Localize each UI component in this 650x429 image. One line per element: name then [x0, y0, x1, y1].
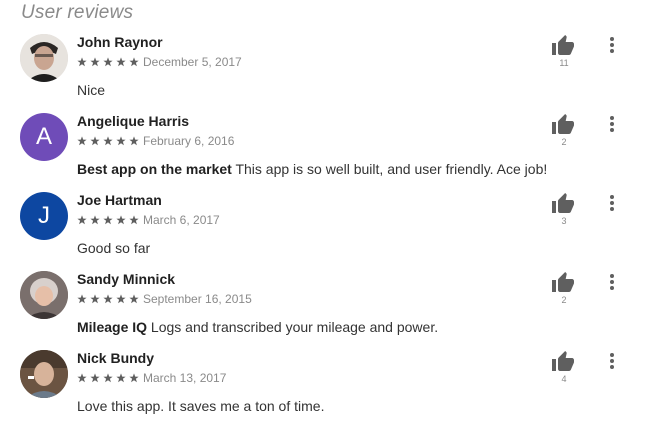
review-meta: March 6, 2017: [77, 213, 220, 227]
review-author: Joe Hartman: [77, 192, 162, 208]
star-rating: [77, 294, 139, 304]
review-author: Sandy Minnick: [77, 271, 176, 287]
more-vert-icon: [610, 274, 614, 290]
more-vert-icon: [610, 353, 614, 369]
helpful-count: 3: [561, 216, 567, 226]
star-icon: [103, 373, 113, 383]
review-meta: March 13, 2017: [77, 371, 226, 385]
more-options-button[interactable]: [603, 350, 621, 372]
review-date: December 5, 2017: [143, 55, 242, 69]
review-meta: September 16, 2015: [77, 292, 252, 306]
star-icon: [129, 136, 139, 146]
helpful-button[interactable]: 2: [551, 113, 577, 151]
thumbs-up-icon: [552, 114, 574, 134]
review-author: Angelique Harris: [77, 113, 190, 129]
helpful-count: 2: [561, 295, 567, 305]
avatar[interactable]: J: [20, 192, 68, 240]
star-icon: [103, 57, 113, 67]
review-body: Mileage IQ Logs and transcribed your mil…: [77, 319, 438, 335]
review-meta: December 5, 2017: [77, 55, 242, 69]
star-icon: [77, 294, 87, 304]
review-date: February 6, 2016: [143, 134, 235, 148]
avatar[interactable]: [20, 350, 68, 398]
thumbs-up-icon: [552, 272, 574, 292]
star-icon: [77, 215, 87, 225]
star-rating: [77, 373, 139, 383]
review-date: March 13, 2017: [143, 371, 227, 385]
star-icon: [77, 373, 87, 383]
review-title: Best app on the market: [77, 161, 232, 177]
star-icon: [103, 215, 113, 225]
thumbs-up-icon: [552, 193, 574, 213]
helpful-button[interactable]: 4: [551, 350, 577, 388]
star-icon: [116, 57, 126, 67]
more-options-button[interactable]: [603, 192, 621, 214]
more-options-button[interactable]: [603, 113, 621, 135]
review-item: John Raynor December 5, 2017 Nice 11: [0, 34, 650, 113]
star-icon: [90, 294, 100, 304]
avatar-letter: A: [35, 123, 52, 150]
star-icon: [103, 136, 113, 146]
review-author: John Raynor: [77, 34, 163, 50]
star-rating: [77, 215, 139, 225]
review-date: September 16, 2015: [143, 292, 252, 306]
review-item: Sandy Minnick September 16, 2015 Mileage…: [0, 271, 650, 350]
star-icon: [103, 294, 113, 304]
star-icon: [129, 215, 139, 225]
avatar[interactable]: A: [20, 113, 68, 161]
review-text: This app is so well built, and user frie…: [235, 161, 548, 177]
review-body: Love this app. It saves me a ton of time…: [77, 398, 324, 414]
star-icon: [77, 136, 87, 146]
star-icon: [129, 294, 139, 304]
helpful-count: 2: [561, 137, 567, 147]
review-body: Best app on the market This app is so we…: [77, 161, 547, 177]
review-body: Good so far: [77, 240, 150, 256]
more-vert-icon: [610, 37, 614, 53]
star-icon: [116, 136, 126, 146]
review-date: March 6, 2017: [143, 213, 220, 227]
star-icon: [116, 215, 126, 225]
more-vert-icon: [610, 195, 614, 211]
review-text: Logs and transcribed your mileage and po…: [150, 319, 439, 335]
helpful-button[interactable]: 3: [551, 192, 577, 230]
review-text: Good so far: [77, 240, 151, 256]
avatar-photo: [20, 350, 68, 398]
more-options-button[interactable]: [603, 271, 621, 293]
star-icon: [116, 294, 126, 304]
star-icon: [77, 57, 87, 67]
more-options-button[interactable]: [603, 34, 621, 56]
review-text: Nice: [77, 82, 106, 98]
avatar-photo: [20, 271, 68, 319]
star-icon: [90, 57, 100, 67]
review-item: J Joe Hartman March 6, 2017 Good so far …: [0, 192, 650, 271]
star-icon: [90, 373, 100, 383]
star-icon: [129, 373, 139, 383]
avatar[interactable]: [20, 271, 68, 319]
review-body: Nice: [77, 82, 105, 98]
review-item: A Angelique Harris February 6, 2016 Best…: [0, 113, 650, 192]
avatar[interactable]: [20, 34, 68, 82]
review-item: Nick Bundy March 13, 2017 Love this app.…: [0, 350, 650, 429]
thumbs-up-icon: [552, 35, 574, 55]
star-rating: [77, 136, 139, 146]
helpful-button[interactable]: 11: [551, 34, 577, 72]
review-author: Nick Bundy: [77, 350, 155, 366]
thumbs-up-icon: [552, 351, 574, 371]
star-icon: [90, 136, 100, 146]
star-icon: [90, 215, 100, 225]
avatar-letter: J: [38, 202, 50, 229]
star-icon: [116, 373, 126, 383]
review-title: Mileage IQ: [77, 319, 148, 335]
review-meta: February 6, 2016: [77, 134, 234, 148]
star-icon: [129, 57, 139, 67]
star-rating: [77, 57, 139, 67]
helpful-count: 11: [559, 58, 569, 68]
review-text: Love this app. It saves me a ton of time…: [77, 398, 325, 414]
helpful-count: 4: [561, 374, 567, 384]
helpful-button[interactable]: 2: [551, 271, 577, 309]
avatar-photo: [20, 34, 68, 82]
more-vert-icon: [610, 116, 614, 132]
section-title: User reviews: [21, 2, 134, 23]
